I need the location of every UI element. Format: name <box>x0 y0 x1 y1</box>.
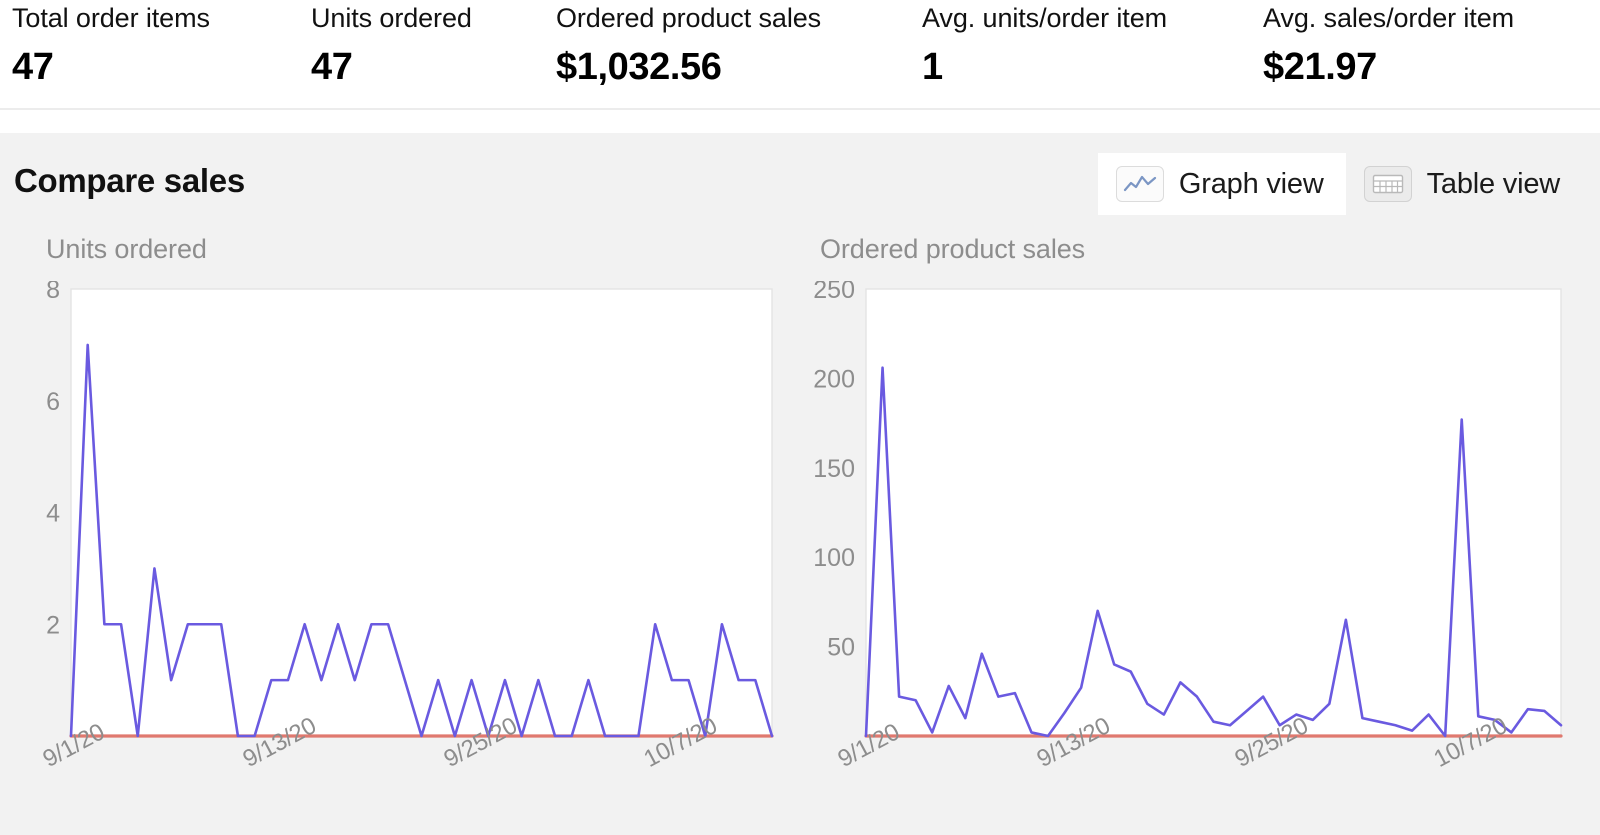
x-axis-tick-label: 9/13/20 <box>1033 713 1115 773</box>
kpi-units-ordered: Units ordered 47 <box>311 0 472 108</box>
x-axis-tick-label: 9/1/20 <box>834 719 904 773</box>
chart-title: Units ordered <box>46 233 207 265</box>
panel-header: Compare sales Graph view <box>0 133 1600 233</box>
kpi-summary-strip: Total order items 47 Units ordered 47 Or… <box>0 0 1600 110</box>
tab-graph-view[interactable]: Graph view <box>1098 153 1346 215</box>
chart-units-ordered: Units ordered 8642 9/1/209/13/209/25/201… <box>14 233 794 835</box>
kpi-avg-units-per-order-item: Avg. units/order item 1 <box>922 0 1167 108</box>
kpi-value: 47 <box>12 34 210 90</box>
kpi-label: Units ordered <box>311 0 472 34</box>
kpi-value: $1,032.56 <box>556 34 821 90</box>
kpi-value: 1 <box>922 34 1167 90</box>
x-axis-tick-label: 10/7/20 <box>1430 713 1512 773</box>
kpi-avg-sales-per-order-item: Avg. sales/order item $21.97 <box>1263 0 1514 108</box>
chart-plot-area: 25020015010050 9/1/209/13/209/25/2010/7/… <box>786 281 1586 791</box>
chart-title: Ordered product sales <box>820 233 1085 265</box>
charts-container: Units ordered 8642 9/1/209/13/209/25/201… <box>0 233 1600 835</box>
kpi-label: Total order items <box>12 0 210 34</box>
tab-table-view[interactable]: Table view <box>1346 153 1582 215</box>
kpi-ordered-product-sales: Ordered product sales $1,032.56 <box>556 0 821 108</box>
line-chart-icon <box>1116 166 1164 202</box>
chart-ordered-product-sales: Ordered product sales 25020015010050 9/1… <box>786 233 1586 835</box>
chart-plot-area: 8642 9/1/209/13/209/25/2010/7/20 <box>14 281 794 791</box>
kpi-total-order-items: Total order items 47 <box>12 0 210 108</box>
x-axis-tick-label: 10/7/20 <box>640 713 722 773</box>
x-axis-labels: 9/1/20 9/13/20 9/25/20 10/7/20 <box>786 281 1586 791</box>
x-axis-tick-label: 9/25/20 <box>440 713 522 773</box>
x-axis-tick-label: 9/25/20 <box>1231 713 1313 773</box>
tab-graph-view-label: Graph view <box>1179 167 1324 201</box>
compare-sales-panel: Compare sales Graph view <box>0 133 1600 835</box>
kpi-value: $21.97 <box>1263 34 1514 90</box>
sales-dashboard: Total order items 47 Units ordered 47 Or… <box>0 0 1600 835</box>
x-axis-tick-label: 9/13/20 <box>239 713 321 773</box>
kpi-label: Avg. sales/order item <box>1263 0 1514 34</box>
view-toggle-group: Graph view Table v <box>1098 153 1582 215</box>
x-axis-tick-label: 9/1/20 <box>39 719 109 773</box>
kpi-label: Avg. units/order item <box>922 0 1167 34</box>
table-grid-icon <box>1364 166 1412 202</box>
page-title: Compare sales <box>14 161 245 201</box>
x-axis-labels: 9/1/20 9/13/20 9/25/20 10/7/20 <box>14 281 794 791</box>
kpi-value: 47 <box>311 34 472 90</box>
tab-table-view-label: Table view <box>1427 167 1560 201</box>
kpi-label: Ordered product sales <box>556 0 821 34</box>
